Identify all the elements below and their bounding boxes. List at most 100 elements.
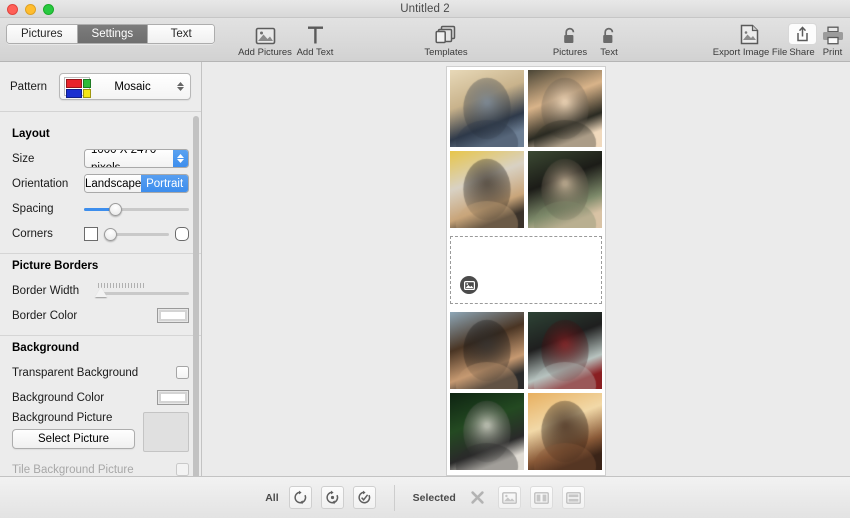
pattern-row: Pattern Mosaic xyxy=(0,62,201,112)
close-button[interactable] xyxy=(7,4,18,15)
size-select[interactable]: 1000 X 2470 pixels xyxy=(84,149,189,168)
bottom-toolbar: All Selected xyxy=(0,476,850,518)
export-image-icon xyxy=(739,23,761,45)
collage-sheet[interactable] xyxy=(446,66,606,476)
spacing-knob[interactable] xyxy=(109,202,122,216)
split-vertical-icon xyxy=(533,491,549,504)
border-width-track xyxy=(98,291,189,295)
tab-pictures[interactable]: Pictures xyxy=(7,25,78,43)
add-pictures-icon xyxy=(255,23,276,45)
rotate-center-button[interactable] xyxy=(320,486,344,509)
border-width-label: Border Width xyxy=(12,284,80,297)
refresh-dot-icon xyxy=(326,490,338,505)
main-toolbar: Pictures Settings Text Add Pictures Add … xyxy=(0,18,850,62)
templates-button[interactable]: Templates xyxy=(415,23,477,58)
export-image-file-button[interactable]: Export Image File xyxy=(713,23,787,58)
border-color-label: Border Color xyxy=(12,309,78,322)
templates-label: Templates xyxy=(424,47,468,58)
photo-cell[interactable] xyxy=(528,312,602,389)
lock-pictures-label: Pictures xyxy=(552,47,588,58)
zoom-button[interactable] xyxy=(43,4,54,15)
background-picture-well[interactable] xyxy=(143,412,189,452)
size-value: 1000 X 2470 pixels xyxy=(91,149,157,168)
sidebar-scrollbar[interactable] xyxy=(193,116,199,476)
pattern-stepper-icon xyxy=(175,82,186,91)
print-icon xyxy=(822,23,844,45)
transparent-background-checkbox[interactable] xyxy=(176,366,189,379)
empty-picture-slot[interactable] xyxy=(450,236,602,304)
templates-icon xyxy=(435,23,457,45)
transparent-background-row: Transparent Background xyxy=(12,362,189,383)
add-text-button[interactable]: Add Text xyxy=(284,23,346,58)
collage-canvas[interactable] xyxy=(202,62,850,476)
spacing-label: Spacing xyxy=(12,202,54,215)
all-label: All xyxy=(265,491,279,504)
refresh-check-icon xyxy=(358,490,370,504)
photo-grid xyxy=(450,70,602,470)
pattern-label: Pattern xyxy=(10,80,48,93)
photo-cell[interactable] xyxy=(528,151,602,228)
border-width-knob[interactable] xyxy=(94,286,107,297)
orientation-portrait-option[interactable]: Portrait xyxy=(141,175,188,192)
photo-cell[interactable] xyxy=(528,393,602,470)
share-icon xyxy=(787,23,817,45)
photo-cell[interactable] xyxy=(450,70,524,147)
image-icon xyxy=(501,491,517,504)
pattern-select[interactable]: Mosaic xyxy=(59,73,191,100)
split-vertical-button[interactable] xyxy=(529,486,553,509)
border-width-slider[interactable] xyxy=(94,282,189,299)
orientation-landscape-option[interactable]: Landscape xyxy=(85,175,142,192)
section-divider-2 xyxy=(0,335,201,336)
add-text-label: Add Text xyxy=(296,47,334,58)
title-bar: Untitled 2 xyxy=(0,0,850,18)
share-label: Share xyxy=(789,47,815,58)
replace-picture-button[interactable] xyxy=(497,486,521,509)
transparent-background-label: Transparent Background xyxy=(12,366,139,379)
sidebar-scrollbar-thumb[interactable] xyxy=(193,116,199,476)
close-x-icon xyxy=(471,491,484,504)
layout-section-title: Layout xyxy=(12,128,50,140)
photo-cell[interactable] xyxy=(450,312,524,389)
select-picture-button[interactable]: Select Picture xyxy=(12,429,135,449)
print-button[interactable]: Print xyxy=(815,23,850,58)
lock-pictures-button[interactable]: Pictures xyxy=(549,23,591,58)
photo-cell[interactable] xyxy=(528,70,602,147)
apply-all-button[interactable] xyxy=(352,486,376,509)
section-divider xyxy=(0,253,201,254)
minimize-button[interactable] xyxy=(25,4,36,15)
orientation-row: Orientation Landscape Portrait xyxy=(12,173,189,194)
rounded-corner-icon xyxy=(175,226,189,241)
border-width-row: Border Width xyxy=(12,280,189,301)
tile-background-row: Tile Background Picture xyxy=(12,459,189,476)
add-image-icon[interactable] xyxy=(460,276,478,294)
tab-text[interactable]: Text xyxy=(148,25,215,43)
lock-text-button[interactable]: Text xyxy=(588,23,630,58)
mosaic-swatch-icon xyxy=(64,77,92,98)
refresh-icon xyxy=(294,490,306,505)
photo-cell[interactable] xyxy=(450,393,524,470)
window-controls xyxy=(7,4,54,15)
print-label: Print xyxy=(822,47,843,58)
border-width-ticks xyxy=(98,282,189,288)
border-color-swatch[interactable] xyxy=(157,308,189,323)
corners-knob[interactable] xyxy=(104,227,117,241)
spacing-slider[interactable] xyxy=(84,201,189,217)
add-text-icon xyxy=(306,23,325,45)
tab-settings[interactable]: Settings xyxy=(77,25,149,43)
background-picture-row: Background Picture Select Picture xyxy=(12,412,189,452)
sidebar-scroll-area[interactable]: Layout Size 1000 X 2470 pixels Orientati… xyxy=(0,112,201,476)
remove-selected-button[interactable] xyxy=(466,486,489,509)
unlock-icon xyxy=(562,23,578,45)
square-corner-icon xyxy=(84,226,98,241)
size-stepper-icon[interactable] xyxy=(173,150,188,167)
tile-background-checkbox xyxy=(176,463,189,476)
rotate-all-button[interactable] xyxy=(288,486,312,509)
background-color-swatch[interactable] xyxy=(157,390,189,405)
bottom-bar-divider xyxy=(393,484,395,511)
size-row: Size 1000 X 2470 pixels xyxy=(12,148,189,169)
background-title: Background xyxy=(12,342,80,354)
background-color-row: Background Color xyxy=(12,387,189,408)
corners-slider[interactable] xyxy=(104,226,169,242)
split-horizontal-button[interactable] xyxy=(561,486,585,509)
photo-cell[interactable] xyxy=(450,151,524,228)
